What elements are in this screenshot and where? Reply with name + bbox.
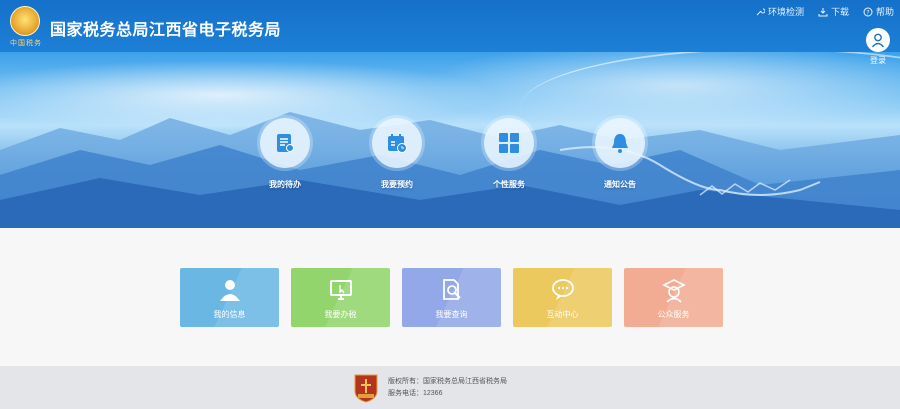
- bell-icon: [595, 118, 645, 168]
- tax-badge-icon: [354, 374, 378, 403]
- login-button[interactable]: 登录: [864, 28, 892, 66]
- footer-phone: 服务电话：12366: [388, 390, 443, 397]
- graduate-icon: [662, 279, 686, 303]
- card-interaction[interactable]: 互动中心: [513, 268, 612, 327]
- help-icon: ?: [863, 7, 873, 16]
- card-my-info[interactable]: 我的信息: [180, 268, 279, 327]
- shortcut-label: 我的待办: [269, 180, 301, 189]
- env-check-label: 环境检测: [767, 7, 804, 17]
- download-icon: [818, 7, 828, 16]
- emblem-caption: 中国税务: [10, 39, 42, 47]
- card-query[interactable]: 我要查询: [402, 268, 501, 327]
- shortcut-my-todo[interactable]: 我的待办: [250, 118, 320, 190]
- user-icon: [220, 280, 240, 301]
- footer: 版权所有：国家税务总局江西省税务局 服务电话：12366: [0, 366, 900, 409]
- card-label: 公众服务: [657, 310, 690, 319]
- svg-text:?: ?: [866, 9, 869, 16]
- env-check-link[interactable]: 环境检测: [755, 5, 804, 18]
- card-label: 我要查询: [435, 310, 468, 319]
- chat-icon: [552, 279, 574, 300]
- tax-emblem-logo: [10, 6, 40, 36]
- card-label: 我要办税: [324, 310, 357, 319]
- login-label: 登录: [870, 56, 886, 65]
- card-public-service[interactable]: 公众服务: [624, 268, 723, 327]
- help-label: 帮助: [875, 7, 894, 17]
- wrench-icon: [756, 8, 765, 15]
- download-label: 下载: [830, 7, 849, 17]
- shortcut-notice[interactable]: 通知公告: [585, 118, 655, 190]
- card-label: 互动中心: [546, 310, 579, 319]
- shortcut-label: 通知公告: [604, 180, 636, 189]
- download-link[interactable]: 下载: [818, 5, 849, 18]
- help-link[interactable]: ? 帮助: [863, 5, 894, 18]
- grid-icon: [484, 118, 534, 168]
- shortcut-label: 我要预约: [381, 180, 413, 189]
- todo-list-icon: [260, 118, 310, 168]
- card-label: 我的信息: [213, 310, 246, 319]
- footer-copyright: 版权所有：国家税务总局江西省税务局: [388, 378, 507, 385]
- shortcut-personal-service[interactable]: 个性服务: [474, 118, 544, 190]
- shortcut-label: 个性服务: [493, 180, 525, 189]
- user-avatar-icon: [866, 28, 890, 52]
- card-tax-filing[interactable]: 我要办税: [291, 268, 390, 327]
- top-links: 环境检测 下载 ? 帮助: [755, 5, 894, 18]
- site-title: 国家税务总局江西省电子税务局: [50, 22, 282, 39]
- shortcut-appointment[interactable]: 我要预约: [362, 118, 432, 190]
- calendar-clock-icon: [372, 118, 422, 168]
- monitor-icon: [330, 280, 352, 300]
- search-doc-icon: [443, 279, 461, 300]
- top-header: 中国税务 国家税务总局江西省电子税务局 环境检测 下载 ? 帮助: [0, 0, 900, 52]
